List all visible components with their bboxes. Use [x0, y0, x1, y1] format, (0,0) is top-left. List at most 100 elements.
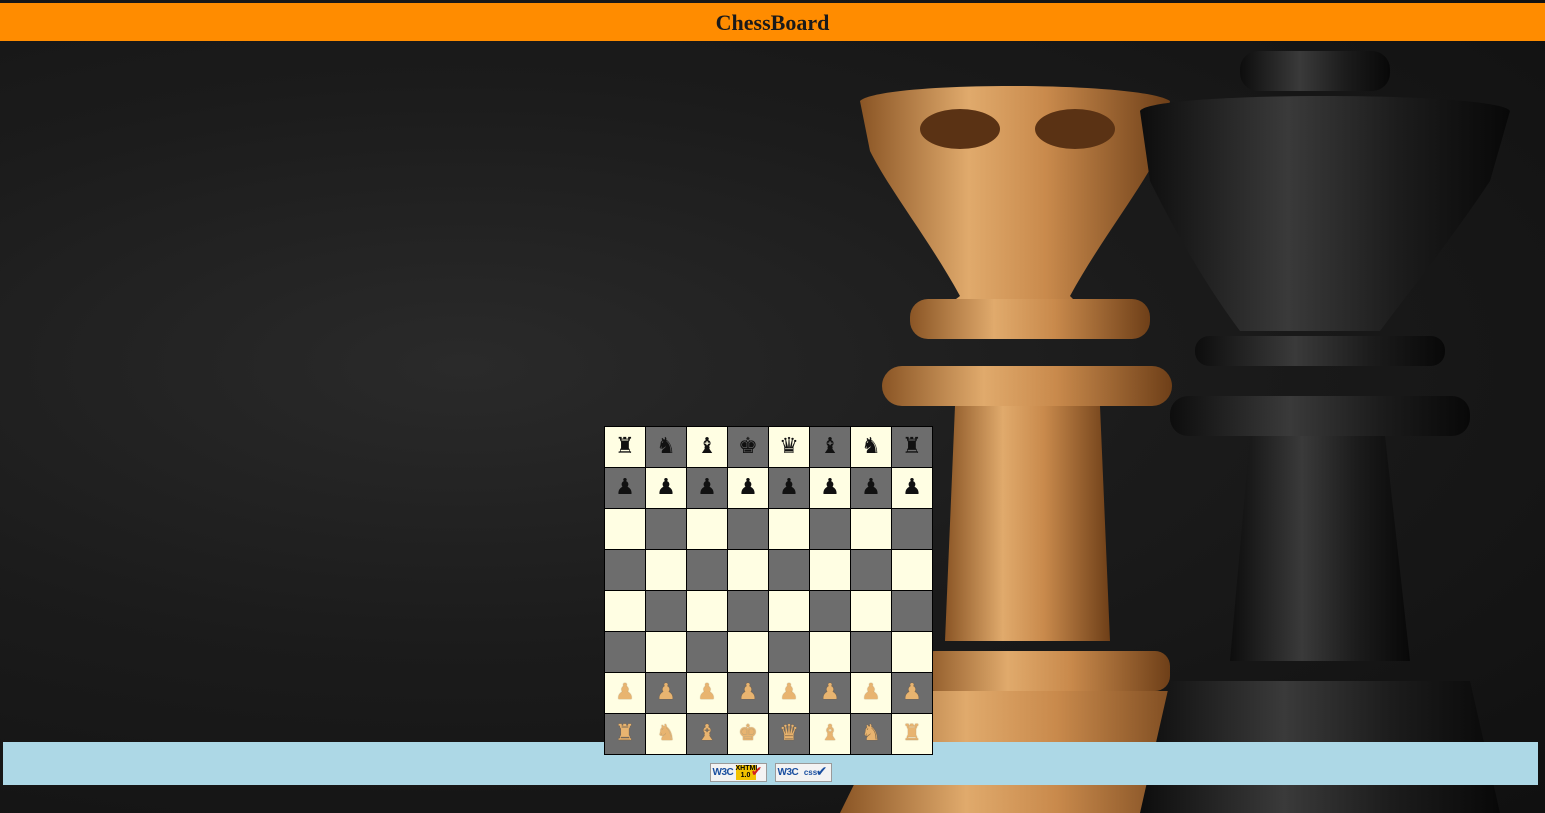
board-square[interactable]: ♟ — [686, 672, 728, 714]
white-pawn-icon[interactable]: ♟ — [656, 680, 676, 705]
board-square[interactable]: ♟ — [645, 467, 687, 509]
board-square[interactable]: ♟ — [891, 467, 933, 509]
white-pawn-icon[interactable]: ♟ — [820, 680, 840, 705]
board-square[interactable]: ♟ — [604, 672, 646, 714]
board-square[interactable] — [686, 508, 728, 550]
board-square[interactable] — [850, 508, 892, 550]
board-square[interactable]: ♟ — [645, 672, 687, 714]
white-bishop-icon[interactable]: ♝ — [697, 721, 717, 746]
board-square[interactable] — [891, 508, 933, 550]
board-square[interactable]: ♞ — [850, 713, 892, 755]
board-square[interactable]: ♟ — [768, 467, 810, 509]
board-square[interactable] — [604, 631, 646, 673]
black-king-piece — [1140, 51, 1510, 813]
white-pawn-icon[interactable]: ♟ — [861, 680, 881, 705]
board-square[interactable]: ♚ — [727, 426, 769, 468]
board-square[interactable]: ♟ — [727, 672, 769, 714]
white-knight-icon[interactable]: ♞ — [861, 721, 881, 746]
white-pawn-icon[interactable]: ♟ — [697, 680, 717, 705]
white-rook-icon[interactable]: ♜ — [615, 721, 635, 746]
board-square[interactable]: ♟ — [768, 672, 810, 714]
board-square[interactable]: ♟ — [727, 467, 769, 509]
board-square[interactable] — [686, 590, 728, 632]
board-square[interactable]: ♜ — [891, 426, 933, 468]
white-pawn-icon[interactable]: ♟ — [738, 680, 758, 705]
black-pawn-icon[interactable]: ♟ — [820, 475, 840, 500]
white-pawn-icon[interactable]: ♟ — [779, 680, 799, 705]
board-square[interactable]: ♝ — [809, 426, 851, 468]
board-square[interactable]: ♟ — [686, 467, 728, 509]
board-square[interactable]: ♟ — [809, 672, 851, 714]
board-square[interactable] — [604, 549, 646, 591]
white-queen-icon[interactable]: ♛ — [779, 721, 799, 746]
board-square[interactable] — [768, 590, 810, 632]
board-square[interactable] — [850, 590, 892, 632]
xhtml-valid-badge[interactable]: W3C XHTML 1.0 ✔ — [709, 763, 767, 782]
black-queen-icon[interactable]: ♛ — [779, 434, 799, 459]
board-square[interactable] — [768, 508, 810, 550]
board-square[interactable] — [891, 631, 933, 673]
board-square[interactable] — [645, 590, 687, 632]
black-rook-icon[interactable]: ♜ — [902, 434, 922, 459]
board-square[interactable]: ♟ — [850, 467, 892, 509]
black-pawn-icon[interactable]: ♟ — [738, 475, 758, 500]
board-square[interactable]: ♟ — [891, 672, 933, 714]
black-bishop-icon[interactable]: ♝ — [697, 434, 717, 459]
css-valid-badge[interactable]: W3C css ✔ — [774, 763, 832, 782]
board-square[interactable]: ♞ — [850, 426, 892, 468]
black-pawn-icon[interactable]: ♟ — [697, 475, 717, 500]
board-square[interactable] — [809, 631, 851, 673]
board-square[interactable]: ♜ — [604, 713, 646, 755]
board-square[interactable]: ♚ — [727, 713, 769, 755]
board-square[interactable] — [809, 508, 851, 550]
board-square[interactable] — [850, 631, 892, 673]
board-square[interactable] — [645, 508, 687, 550]
black-bishop-icon[interactable]: ♝ — [820, 434, 840, 459]
white-pawn-icon[interactable]: ♟ — [902, 680, 922, 705]
board-square[interactable]: ♟ — [604, 467, 646, 509]
white-king-icon[interactable]: ♚ — [738, 721, 758, 746]
white-rook-icon[interactable]: ♜ — [902, 721, 922, 746]
board-square[interactable]: ♜ — [891, 713, 933, 755]
board-square[interactable] — [686, 549, 728, 591]
black-pawn-icon[interactable]: ♟ — [656, 475, 676, 500]
black-knight-icon[interactable]: ♞ — [861, 434, 881, 459]
board-square[interactable] — [768, 631, 810, 673]
board-square[interactable] — [686, 631, 728, 673]
checkmark-icon: ✔ — [750, 764, 763, 780]
white-pawn-icon[interactable]: ♟ — [615, 680, 635, 705]
black-pawn-icon[interactable]: ♟ — [615, 475, 635, 500]
board-square[interactable] — [604, 508, 646, 550]
board-square[interactable]: ♛ — [768, 426, 810, 468]
board-square[interactable] — [727, 508, 769, 550]
board-square[interactable]: ♝ — [686, 713, 728, 755]
board-square[interactable] — [727, 631, 769, 673]
board-square[interactable]: ♟ — [850, 672, 892, 714]
board-square[interactable] — [727, 590, 769, 632]
board-square[interactable] — [768, 549, 810, 591]
black-pawn-icon[interactable]: ♟ — [779, 475, 799, 500]
white-knight-icon[interactable]: ♞ — [656, 721, 676, 746]
board-square[interactable] — [891, 590, 933, 632]
board-square[interactable] — [645, 549, 687, 591]
black-pawn-icon[interactable]: ♟ — [902, 475, 922, 500]
board-square[interactable] — [604, 590, 646, 632]
board-square[interactable] — [809, 590, 851, 632]
board-square[interactable] — [850, 549, 892, 591]
black-king-icon[interactable]: ♚ — [738, 434, 758, 459]
board-square[interactable] — [727, 549, 769, 591]
board-square[interactable]: ♟ — [809, 467, 851, 509]
board-square[interactable] — [891, 549, 933, 591]
board-square[interactable] — [809, 549, 851, 591]
black-rook-icon[interactable]: ♜ — [615, 434, 635, 459]
board-square[interactable]: ♝ — [809, 713, 851, 755]
black-pawn-icon[interactable]: ♟ — [861, 475, 881, 500]
board-square[interactable]: ♜ — [604, 426, 646, 468]
board-square[interactable] — [645, 631, 687, 673]
board-square[interactable]: ♝ — [686, 426, 728, 468]
white-bishop-icon[interactable]: ♝ — [820, 721, 840, 746]
board-square[interactable]: ♞ — [645, 426, 687, 468]
board-square[interactable]: ♛ — [768, 713, 810, 755]
black-knight-icon[interactable]: ♞ — [656, 434, 676, 459]
board-square[interactable]: ♞ — [645, 713, 687, 755]
